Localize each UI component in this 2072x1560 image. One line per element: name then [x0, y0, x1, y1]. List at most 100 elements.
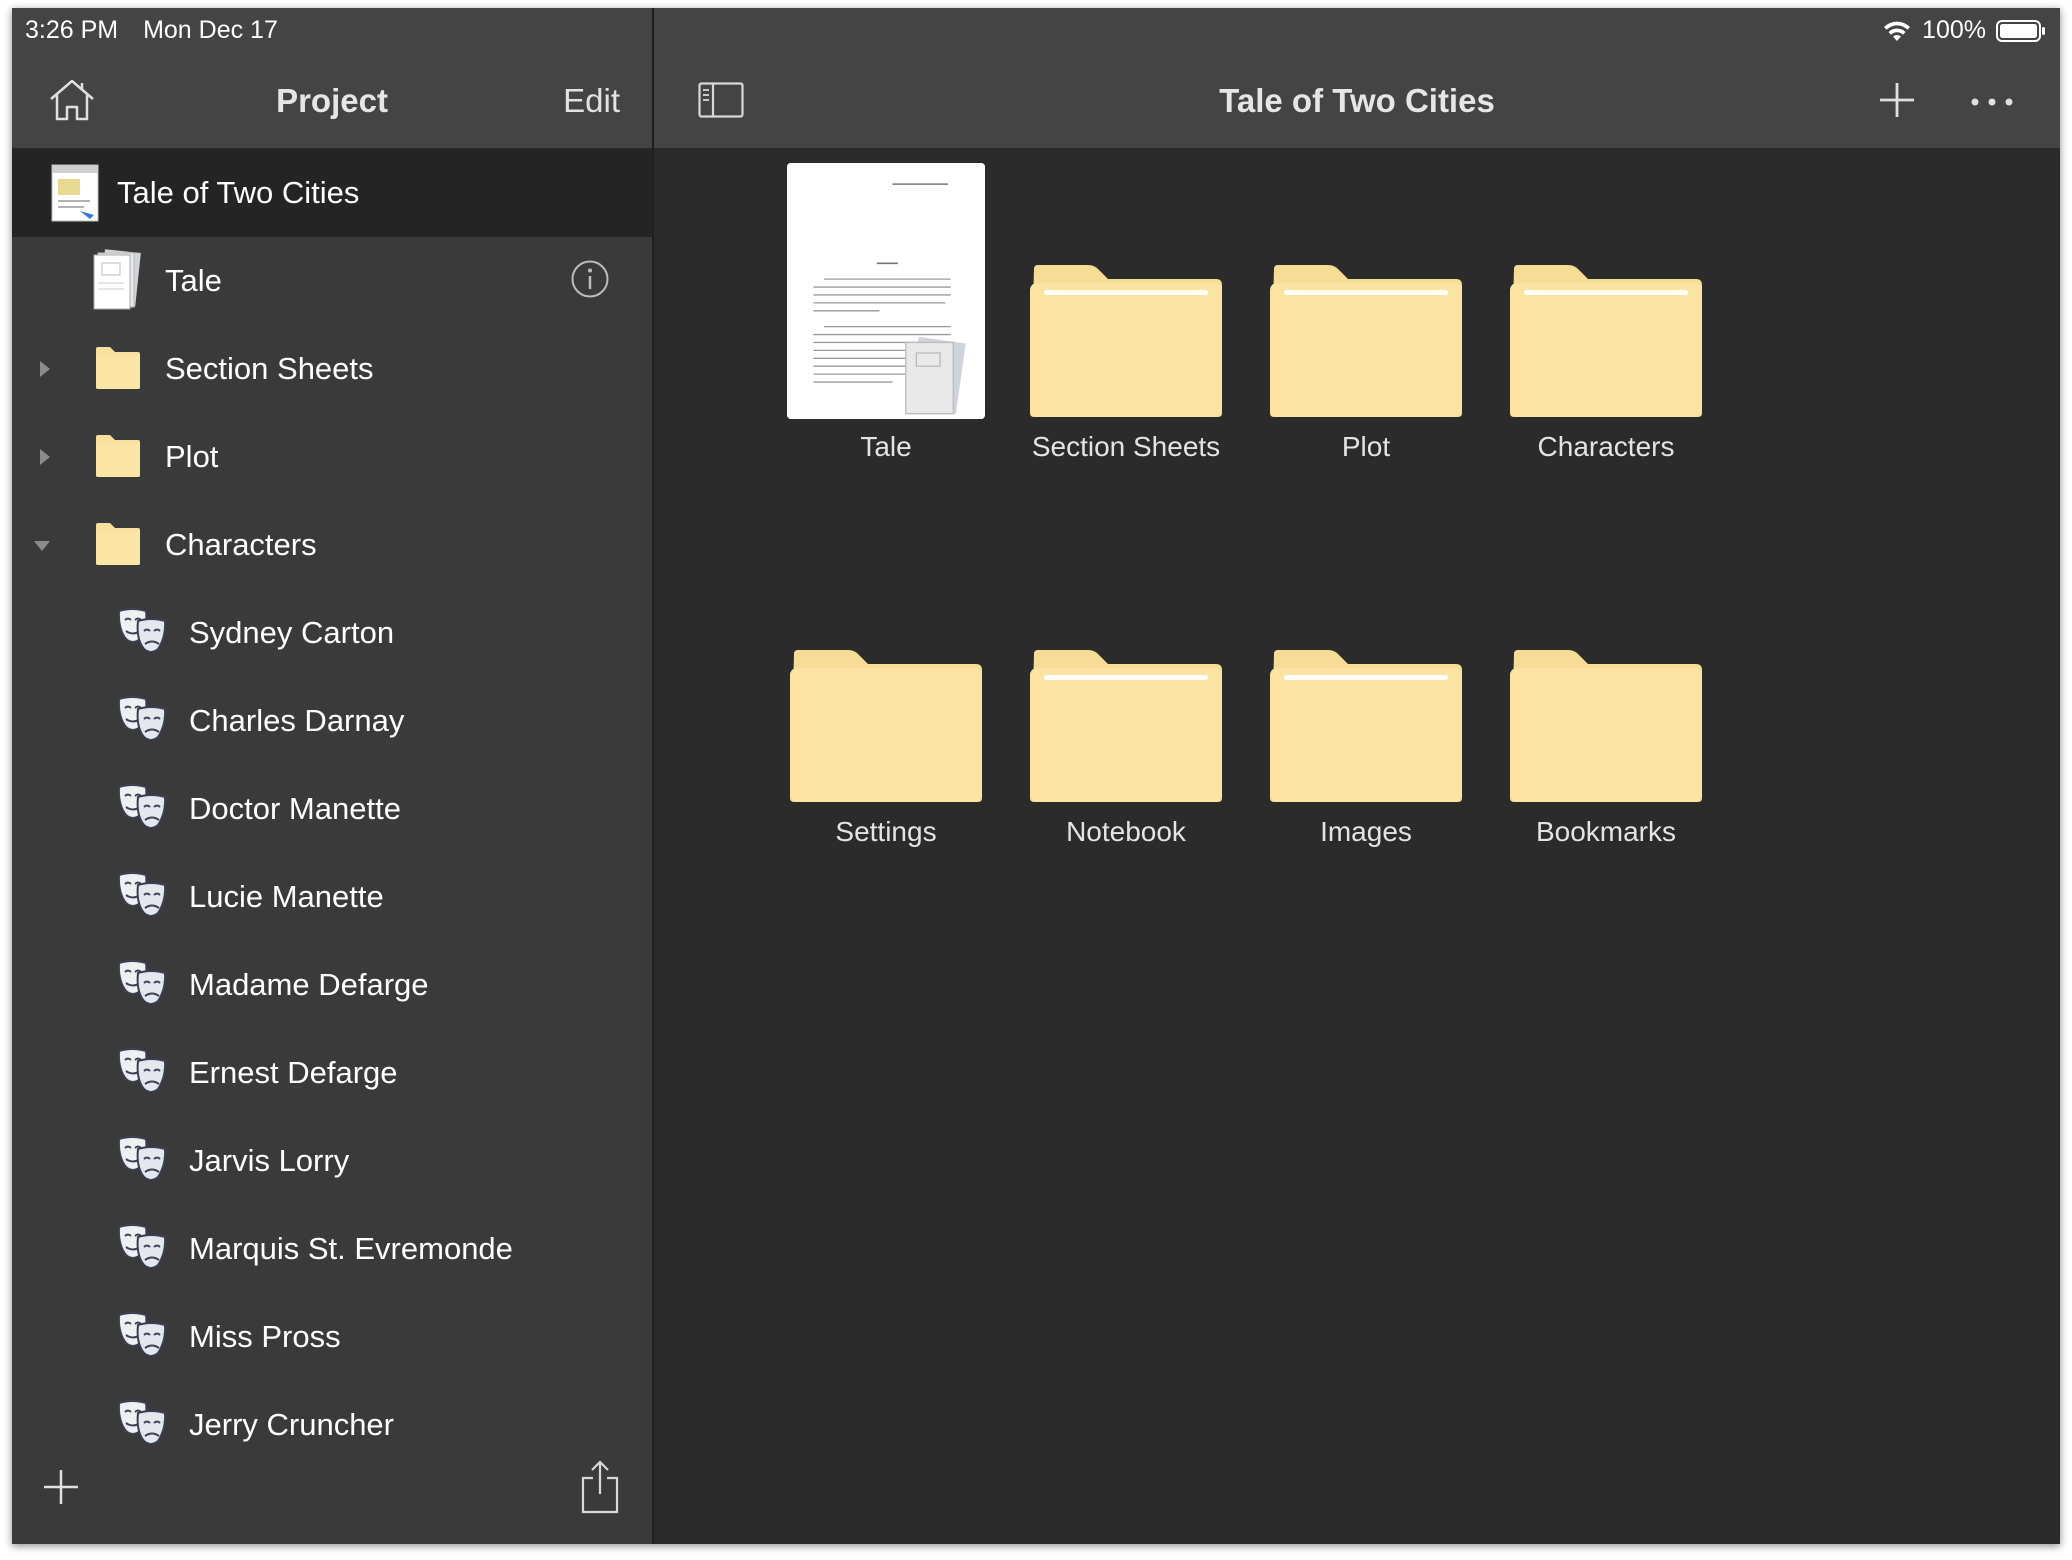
binder-row-project[interactable]: Tale of Two Cities — [12, 149, 652, 237]
binder-row-label: Marquis St. Evremonde — [189, 1231, 513, 1266]
home-icon — [50, 79, 94, 121]
character-icon — [116, 871, 168, 926]
sidebar-toggle-button[interactable] — [698, 82, 744, 123]
main-title: Tale of Two Cities — [1219, 82, 1495, 119]
disclosure-triangle-collapsed[interactable] — [38, 359, 52, 384]
binder-row-section-sheets[interactable]: Section Sheets — [12, 325, 652, 413]
plus-icon — [44, 1470, 78, 1504]
manuscript-thumbnail — [787, 163, 985, 419]
binder-row-character[interactable]: Marquis St. Evremonde — [12, 1205, 652, 1293]
edit-button[interactable]: Edit — [563, 82, 620, 120]
drama-masks-icon — [117, 1400, 167, 1445]
status-date: Mon Dec 17 — [143, 16, 278, 44]
binder-row-label: Tale of Two Cities — [117, 175, 360, 210]
character-icon — [116, 959, 168, 1014]
character-icon — [116, 695, 168, 750]
drama-masks-icon — [117, 1312, 167, 1357]
folder-icon — [1030, 650, 1222, 802]
character-icon — [116, 783, 168, 838]
drama-masks-icon — [117, 784, 167, 829]
drama-masks-icon — [117, 872, 167, 917]
binder-row-label: Jerry Cruncher — [189, 1407, 394, 1442]
info-button[interactable] — [570, 259, 610, 304]
add-item-button[interactable] — [42, 1468, 80, 1511]
drama-masks-icon — [117, 1048, 167, 1093]
disclosure-triangle-collapsed[interactable] — [38, 447, 52, 472]
binder-row-character[interactable]: Lucie Manette — [12, 853, 652, 941]
sidebar-toolbar — [12, 1444, 652, 1544]
binder-row-character[interactable]: Charles Darnay — [12, 677, 652, 765]
binder-row-character[interactable]: Miss Pross — [12, 1293, 652, 1381]
status-bar: 3:26 PM Mon Dec 17 100% — [12, 8, 2060, 52]
folder-icon — [1510, 265, 1702, 417]
chevron-right-icon — [40, 449, 50, 465]
binder-tree: Tale of Two Cities Tale Section Sheets P… — [12, 149, 652, 1469]
share-icon — [581, 1460, 619, 1514]
wifi-icon — [1884, 21, 1911, 41]
home-button[interactable] — [48, 78, 96, 127]
drama-masks-icon — [117, 1136, 167, 1181]
binder-row-label: Plot — [165, 439, 219, 474]
binder-row-character[interactable]: Doctor Manette — [12, 765, 652, 853]
chevron-down-icon — [34, 541, 50, 551]
corkboard-view: Tale of Two Cities Tale Section Sheets P… — [654, 8, 2060, 1544]
characters-list: Sydney Carton Charles Darnay Doctor Mane… — [12, 589, 652, 1469]
folder-icon — [1030, 265, 1222, 417]
binder-row-label: Doctor Manette — [189, 791, 401, 826]
binder-row-character[interactable]: Sydney Carton — [12, 589, 652, 677]
drama-masks-icon — [117, 960, 167, 1005]
binder-row-label: Charles Darnay — [189, 703, 405, 738]
character-icon — [116, 1047, 168, 1102]
character-icon — [116, 1223, 168, 1278]
grid-item-bookmarks[interactable]: Bookmarks — [1456, 548, 1756, 848]
drama-masks-icon — [117, 1224, 167, 1269]
binder-row-label: Characters — [165, 527, 317, 562]
folder-icon — [1270, 650, 1462, 802]
drama-masks-icon — [117, 608, 167, 653]
binder-row-label: Section Sheets — [165, 351, 374, 386]
info-icon — [571, 260, 609, 298]
binder-row-label: Madame Defarge — [189, 967, 429, 1002]
folder-icon — [1270, 265, 1462, 417]
sidebar-title: Project — [276, 82, 388, 119]
chevron-right-icon — [40, 361, 50, 377]
binder-row-character[interactable]: Madame Defarge — [12, 941, 652, 1029]
more-button[interactable] — [1970, 94, 2014, 112]
binder-row-plot[interactable]: Plot — [12, 413, 652, 501]
character-icon — [116, 607, 168, 662]
binder-row-label: Miss Pross — [189, 1319, 341, 1354]
binder-row-label: Jarvis Lorry — [189, 1143, 350, 1178]
folder-icon — [96, 347, 140, 389]
character-icon — [116, 1311, 168, 1366]
binder-row-characters[interactable]: Characters — [12, 501, 652, 589]
disclosure-triangle-expanded[interactable] — [32, 539, 52, 558]
folder-icon — [96, 523, 140, 565]
character-icon — [116, 1135, 168, 1190]
folder-icon — [96, 435, 140, 477]
binder-row-label: Ernest Defarge — [189, 1055, 398, 1090]
sidebar-icon — [698, 82, 744, 118]
binder-row-character[interactable]: Ernest Defarge — [12, 1029, 652, 1117]
binder-row-label: Sydney Carton — [189, 615, 395, 650]
project-icon — [51, 164, 99, 222]
ipad-screen: 3:26 PM Mon Dec 17 100% Project Edit Tal… — [12, 8, 2060, 1544]
battery-icon — [1996, 19, 2045, 42]
binder-row-character[interactable]: Jarvis Lorry — [12, 1117, 652, 1205]
manuscript-icon — [93, 249, 141, 310]
share-button[interactable] — [580, 1460, 620, 1519]
binder-row-label: Lucie Manette — [189, 879, 384, 914]
plus-icon — [1880, 83, 1914, 117]
ellipsis-icon — [1971, 98, 2013, 106]
binder-row-label: Tale — [165, 263, 222, 298]
drama-masks-icon — [117, 696, 167, 741]
add-document-button[interactable] — [1878, 81, 1916, 124]
binder-row-tale[interactable]: Tale — [12, 237, 652, 325]
binder-sidebar: Project Edit Tale of Two Cities Tale Sec… — [12, 8, 652, 1544]
grid-item-characters[interactable]: Characters — [1456, 163, 1756, 463]
grid-item-label: Characters — [1537, 431, 1675, 462]
folder-icon — [1510, 650, 1702, 802]
battery-percent: 100% — [1922, 16, 1986, 44]
status-time: 3:26 PM — [25, 16, 119, 44]
folder-icon — [790, 650, 982, 802]
grid-item-label: Bookmarks — [1535, 816, 1677, 847]
